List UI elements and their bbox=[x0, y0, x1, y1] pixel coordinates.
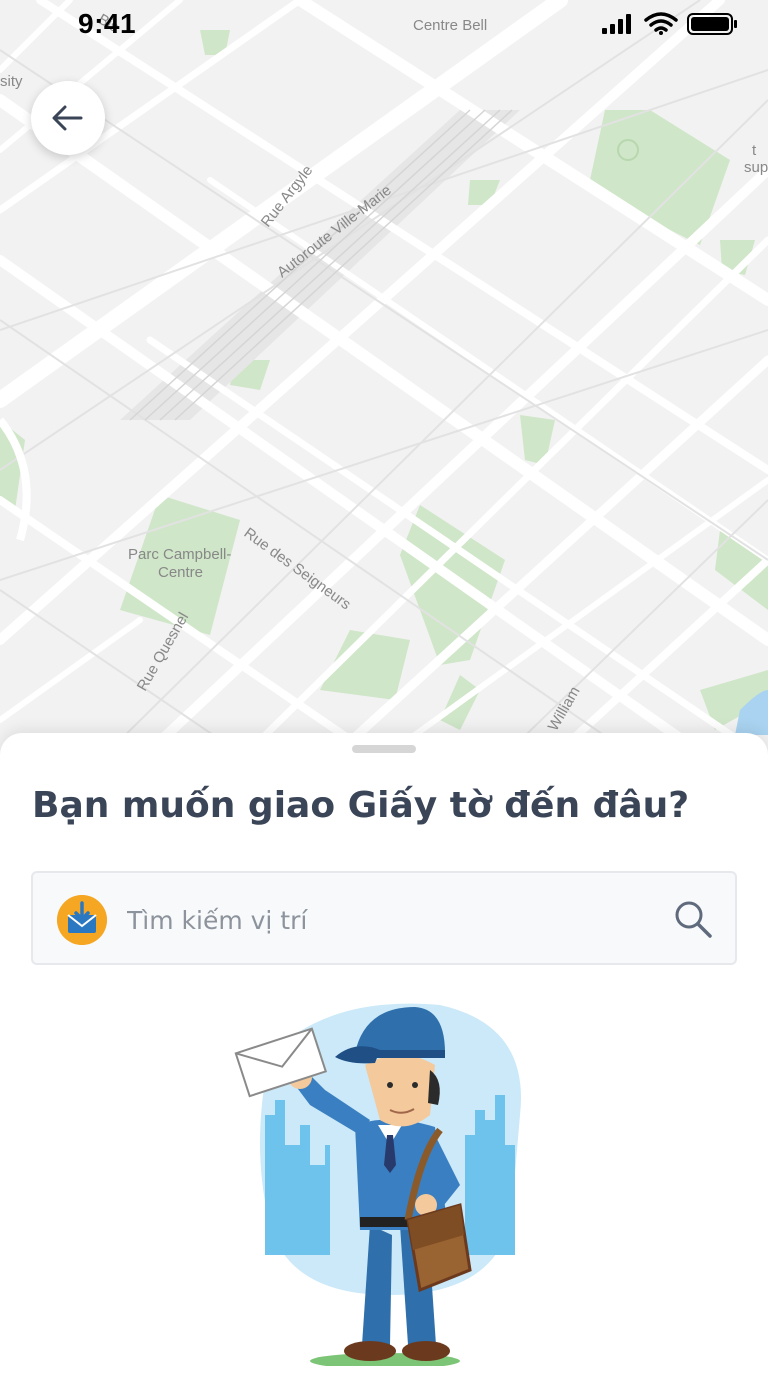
map-label-parc-1: Parc Campbell- bbox=[128, 546, 231, 563]
battery-icon bbox=[687, 13, 737, 35]
location-search-box[interactable] bbox=[31, 871, 737, 965]
status-time: 9:41 bbox=[78, 8, 137, 39]
map-label-sup: sup bbox=[744, 159, 768, 176]
search-icon[interactable] bbox=[673, 899, 713, 939]
back-button[interactable] bbox=[31, 81, 105, 155]
sheet-drag-handle[interactable] bbox=[352, 745, 416, 753]
wifi-icon bbox=[644, 12, 678, 35]
map-view[interactable]: Centre Bell sity Bis t sup Rue Argyle Au… bbox=[0, 0, 768, 760]
sheet-title: Bạn muốn giao Giấy tờ đến đâu? bbox=[32, 785, 690, 826]
map-label-sity: sity bbox=[0, 73, 23, 90]
status-icons bbox=[602, 12, 737, 35]
arrow-left-icon bbox=[52, 105, 83, 131]
download-mail-icon bbox=[57, 895, 107, 945]
postman-illustration bbox=[234, 1003, 521, 1366]
search-input[interactable] bbox=[125, 891, 649, 949]
signal-icon bbox=[602, 14, 631, 34]
map-label-parc-2: Centre bbox=[158, 564, 203, 581]
status-bar: 9:41 bbox=[0, 0, 768, 52]
